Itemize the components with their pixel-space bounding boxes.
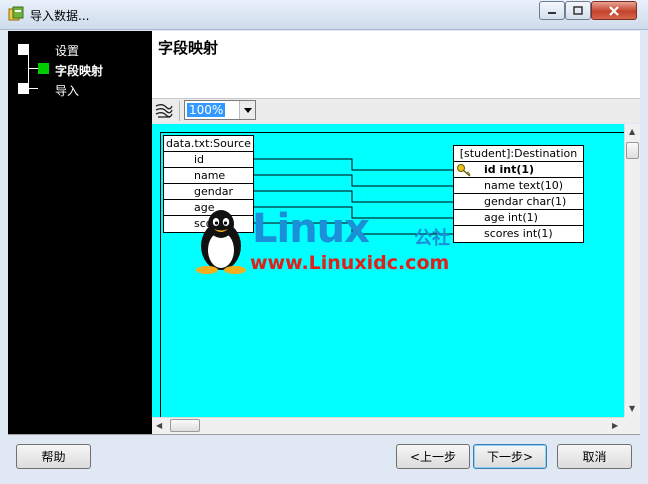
step-label-field-mapping[interactable]: 字段映射 [55,62,103,79]
page-title: 字段映射 [158,39,219,57]
source-field[interactable]: id [164,152,253,168]
app-icon [8,6,24,21]
chevron-down-icon[interactable] [239,101,255,119]
horizontal-scroll-thumb[interactable] [170,419,200,432]
source-table-title: data.txt:Source [164,136,253,152]
link-gendar [254,190,453,203]
close-button[interactable] [591,1,637,20]
destination-table-title: [student]:Destination [454,146,583,162]
penguin-icon [196,210,246,274]
key-icon [457,164,471,177]
maximize-button[interactable] [565,1,591,20]
toolbar-separator [179,101,180,121]
vertical-scrollbar[interactable]: ▲ ▼ [624,124,640,417]
step-label-import[interactable]: 导入 [55,82,79,99]
footer-divider [8,434,640,435]
scroll-right-icon[interactable]: ▶ [612,421,618,430]
scroll-down-icon[interactable]: ▼ [629,404,635,413]
watermark-cn: 公社 [414,228,450,249]
page-header: 字段映射 [152,31,640,99]
horizontal-scrollbar[interactable]: ◀ ▶ [152,417,624,434]
diagram-toolbar: 100% [152,99,640,123]
scroll-left-icon[interactable]: ◀ [156,421,162,430]
link-name [254,174,453,187]
title-bar: 导入数据... [0,0,648,30]
source-field[interactable]: name [164,168,253,184]
destination-field[interactable]: name text(10) [454,178,583,194]
link-id [254,158,453,171]
cancel-button[interactable]: 取消 [557,444,632,469]
tree-connector [28,68,38,69]
step-marker-import [18,83,29,94]
source-field[interactable]: gendar [164,184,253,200]
watermark-brand: Linux [252,206,370,252]
zoom-select[interactable]: 100% [184,100,256,120]
scroll-up-icon[interactable]: ▲ [629,127,635,136]
vertical-scroll-thumb[interactable] [626,142,639,159]
watermark: Linux 公社 www.Linuxidc.com [192,204,492,279]
step-label-settings[interactable]: 设置 [55,42,79,59]
help-button[interactable]: 帮助 [16,444,91,469]
scrollbar-corner [624,417,640,434]
watermark-url: www.Linuxidc.com [250,252,450,274]
destination-field-primary[interactable]: id int(1) [454,162,583,178]
maximize-icon [573,6,583,15]
mapping-canvas[interactable]: data.txt:Source id name gendar age score… [152,124,624,417]
zoom-value: 100% [187,103,226,117]
step-marker-settings [18,44,29,55]
destination-field-label: id int(1) [484,163,535,176]
close-icon [609,5,619,16]
previous-button[interactable]: <上一步 [396,444,470,469]
minimize-icon [548,11,556,14]
auto-layout-icon[interactable] [154,102,174,120]
window-title: 导入数据... [30,9,90,23]
minimize-button[interactable] [539,1,565,20]
next-button[interactable]: 下一步> [473,444,547,469]
step-marker-field-mapping [38,63,49,74]
wizard-steps-panel: 设置 字段映射 导入 [8,31,152,434]
tree-connector [28,88,38,89]
